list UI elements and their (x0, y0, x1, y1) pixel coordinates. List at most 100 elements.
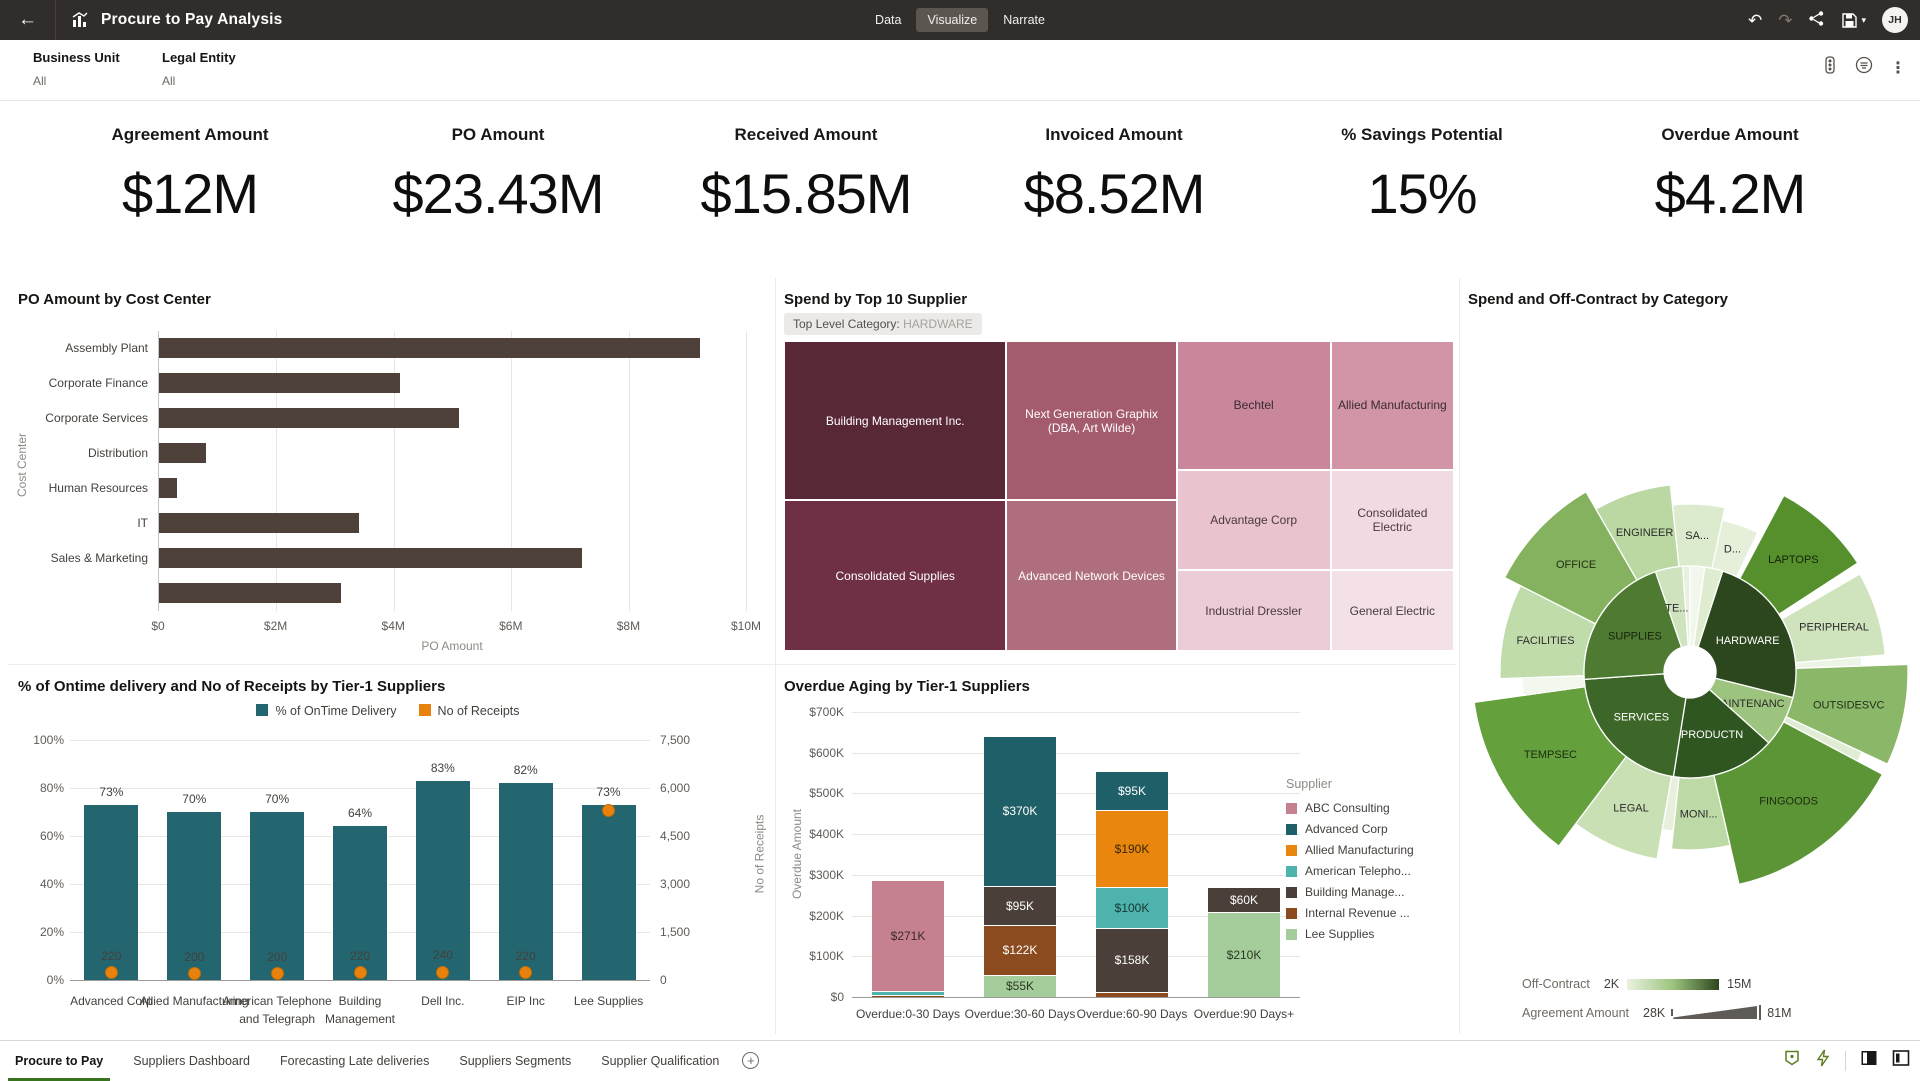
legend-item[interactable]: Lee Supplies (1286, 927, 1414, 941)
canvas-tab-bar: Procure to PaySuppliers DashboardForecas… (0, 1040, 1920, 1080)
segment-internal-revenue-[interactable] (1096, 992, 1168, 997)
treemap-cell-bechtel[interactable]: Bechtel (1177, 341, 1331, 470)
legend-item[interactable]: Internal Revenue ... (1286, 906, 1414, 920)
gridline (70, 788, 650, 789)
x-category-label: Overdue:60-90 Days (1077, 1007, 1188, 1021)
kpi-tile[interactable]: % Savings Potential15% (1272, 102, 1572, 270)
segment-building-manage-[interactable]: $95K (984, 886, 1056, 925)
legend-item[interactable]: No of Receipts (419, 704, 520, 718)
save-icon (1841, 12, 1858, 29)
canvas-tab-supplier-qualification[interactable]: Supplier Qualification (586, 1041, 734, 1081)
quality-insights-icon[interactable] (1783, 1049, 1801, 1072)
tab-data[interactable]: Data (864, 8, 912, 32)
legend-swatch (1286, 908, 1297, 919)
tab-visualize[interactable]: Visualize (916, 8, 988, 32)
treemap-cell-consolidated-electric[interactable]: Consolidated Electric (1331, 470, 1454, 570)
stacked-bar-4[interactable]: $210K$60K (1208, 712, 1280, 997)
bar-IT[interactable] (159, 513, 359, 533)
segment-advanced-corp[interactable]: $370K (984, 736, 1056, 887)
kpi-label: % Savings Potential (1272, 125, 1572, 145)
legend-item[interactable]: % of OnTime Delivery (256, 704, 396, 718)
receipts-dot[interactable] (602, 804, 615, 817)
segment-american-telepho-[interactable]: $100K (1096, 887, 1168, 928)
bar-Sales & Marketing[interactable] (159, 548, 582, 568)
legend-item[interactable]: Advanced Corp (1286, 822, 1414, 836)
filter-chip[interactable]: Top Level Category: HARDWARE (784, 313, 982, 335)
undo-icon[interactable]: ↶ (1748, 12, 1762, 29)
treemap-cell-industrial-dressler[interactable]: Industrial Dressler (1177, 570, 1331, 651)
bar-Human Resources[interactable] (159, 478, 177, 498)
back-button[interactable]: ← (0, 0, 56, 40)
add-canvas-icon[interactable]: + (742, 1052, 759, 1069)
segment-internal-revenue-[interactable] (872, 995, 944, 997)
receipts-dot[interactable] (271, 967, 284, 980)
segment-internal-revenue-[interactable]: $122K (984, 925, 1056, 975)
segment-allied-manufacturing[interactable]: $190K (1096, 810, 1168, 887)
segment-building-manage-[interactable]: $158K (1096, 928, 1168, 992)
segment-advanced-corp[interactable]: $95K (1096, 771, 1168, 810)
panel-expanded-icon[interactable] (1892, 1049, 1910, 1072)
segment-building-manage-[interactable]: $60K (1208, 887, 1280, 911)
stacked-bar-3[interactable]: $158K$100K$190K$95K (1096, 712, 1168, 997)
treemap-cell-advantage-corp[interactable]: Advantage Corp (1177, 470, 1331, 570)
treemap-cell-consolidated-supplies[interactable]: Consolidated Supplies (784, 500, 1006, 651)
receipts-dot[interactable] (188, 967, 201, 980)
avatar[interactable]: JH (1882, 7, 1908, 33)
canvas-tab-forecasting-late-deliveries[interactable]: Forecasting Late deliveries (265, 1041, 444, 1081)
segment-abc-consulting[interactable]: $271K (872, 880, 944, 990)
kpi-tile[interactable]: Invoiced Amount$8.52M (964, 102, 1264, 270)
treemap-cell-building-management-inc-[interactable]: Building Management Inc. (784, 341, 1006, 500)
bar-Assembly Plant[interactable] (159, 338, 700, 358)
save-button[interactable]: ▾ (1841, 12, 1866, 29)
chart-legend: % of OnTime Delivery No of Receipts (8, 704, 768, 718)
canvas-tab-suppliers-dashboard[interactable]: Suppliers Dashboard (118, 1041, 265, 1081)
filter-controls-icon[interactable] (1855, 56, 1873, 79)
legend-item[interactable]: Building Manage... (1286, 885, 1414, 899)
kpi-label: Overdue Amount (1580, 125, 1880, 145)
tab-narrate[interactable]: Narrate (992, 8, 1056, 32)
y-tick: $300K (796, 868, 844, 882)
legend-swatch (1286, 845, 1297, 856)
panel-collapsed-icon[interactable] (1860, 1049, 1878, 1072)
canvas-tab-suppliers-segments[interactable]: Suppliers Segments (444, 1041, 586, 1081)
filter-legal-entity[interactable]: Legal EntityAll (162, 50, 236, 88)
kebab-menu-icon[interactable]: ⋮ (1890, 58, 1906, 78)
x-tick: $4M (382, 619, 405, 633)
treemap-cell-advanced-network-devices[interactable]: Advanced Network Devices (1006, 500, 1176, 651)
limit-values-icon[interactable] (1822, 56, 1838, 79)
filter-business-unit[interactable]: Business UnitAll (33, 50, 120, 88)
legend-item[interactable]: American Telepho... (1286, 864, 1414, 878)
bar-Corporate Finance[interactable] (159, 373, 400, 393)
bar-lee-supplies[interactable] (582, 805, 636, 980)
segment-lee-supplies[interactable]: $55K (984, 975, 1056, 997)
divider (1845, 1051, 1846, 1071)
segment-lee-supplies[interactable]: $210K (1208, 912, 1280, 998)
kpi-tile[interactable]: Received Amount$15.85M (656, 102, 956, 270)
auto-insights-icon[interactable] (1815, 1049, 1831, 1072)
redo-icon[interactable]: ↷ (1778, 12, 1792, 29)
legend-item[interactable]: Allied Manufacturing (1286, 843, 1414, 857)
sunburst-label: ENGINEER (1616, 527, 1674, 539)
share-icon[interactable] (1808, 10, 1825, 30)
kpi-value: $12M (40, 161, 340, 226)
stacked-bar-2[interactable]: $55K$122K$95K$370K (984, 712, 1056, 997)
legend-item[interactable]: ABC Consulting (1286, 801, 1414, 815)
receipts-dot[interactable] (354, 966, 367, 979)
chart-spend-offcontract-by-category: Spend and Off-Contract by Category SA...… (1462, 283, 1918, 1040)
stacked-bar-1[interactable]: $271K (872, 712, 944, 997)
left-tick: 40% (26, 877, 64, 891)
segment-american-telepho-[interactable] (872, 991, 944, 995)
treemap-cell-next-generation-graphix-dba-art-wilde-[interactable]: Next Generation Graphix (DBA, Art Wilde) (1006, 341, 1176, 500)
canvas-tab-procure-to-pay[interactable]: Procure to Pay (0, 1041, 118, 1081)
bar-unlabeled[interactable] (159, 583, 341, 603)
sunburst-label: PRODUCTN (1681, 729, 1743, 741)
treemap-cell-general-electric[interactable]: General Electric (1331, 570, 1454, 651)
gridline (511, 331, 512, 611)
bar-Corporate Services[interactable] (159, 408, 459, 428)
bar-value-label: 64% (348, 806, 372, 820)
kpi-tile[interactable]: Overdue Amount$4.2M (1580, 102, 1880, 270)
kpi-tile[interactable]: Agreement Amount$12M (40, 102, 340, 270)
kpi-tile[interactable]: PO Amount$23.43M (348, 102, 648, 270)
treemap-cell-allied-manufacturing[interactable]: Allied Manufacturing (1331, 341, 1454, 470)
bar-Distribution[interactable] (159, 443, 206, 463)
